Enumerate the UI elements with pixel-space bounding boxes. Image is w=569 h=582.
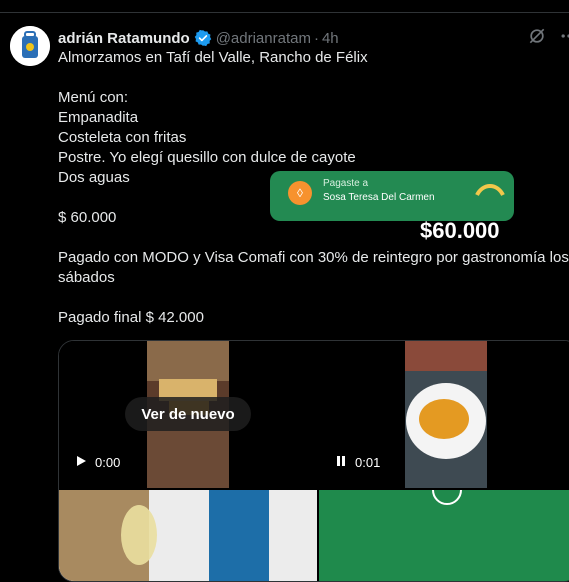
author-name[interactable]: adrián Ratamundo <box>58 30 190 47</box>
modo-recipient: Sosa Teresa Del Carmen <box>323 192 435 203</box>
verified-badge-icon[interactable] <box>194 29 212 47</box>
photo-drinks[interactable] <box>59 490 317 581</box>
video-2[interactable]: 0:01 <box>319 341 569 488</box>
tweet-header: adrián Ratamundo @adrianratam · 4h <box>58 28 339 48</box>
avatar[interactable] <box>10 26 50 66</box>
photo-payment[interactable] <box>319 490 569 581</box>
avatar-image <box>10 26 50 66</box>
separator-dot: · <box>313 29 319 47</box>
photo-payment-bg <box>319 490 569 581</box>
tweet-time[interactable]: 4h <box>322 30 339 47</box>
video-1-time: 0:00 <box>95 455 121 470</box>
modo-logo-icon <box>475 184 505 197</box>
modo-sub: Pagaste a <box>323 178 369 189</box>
video-2-time: 0:01 <box>355 455 381 470</box>
merchant-badge-icon: ◊ <box>288 181 312 205</box>
author-handle[interactable]: @adrianratam <box>216 30 311 47</box>
media-grid: Ver de nuevo 0:00 0:01 <box>58 340 569 582</box>
video-2-controls: 0:01 <box>335 455 380 470</box>
top-divider <box>0 12 569 13</box>
payment-amount: $60.000 <box>420 218 500 243</box>
video-1-controls: 0:00 <box>75 455 120 470</box>
video-1[interactable]: Ver de nuevo 0:00 <box>59 341 317 488</box>
play-icon[interactable] <box>75 455 87 470</box>
replay-button[interactable]: Ver de nuevo <box>125 397 251 431</box>
pause-icon[interactable] <box>335 455 347 470</box>
modo-receipt-card: ◊ Pagaste a Sosa Teresa Del Carmen <box>270 171 514 221</box>
photo-drinks-image <box>59 490 317 581</box>
